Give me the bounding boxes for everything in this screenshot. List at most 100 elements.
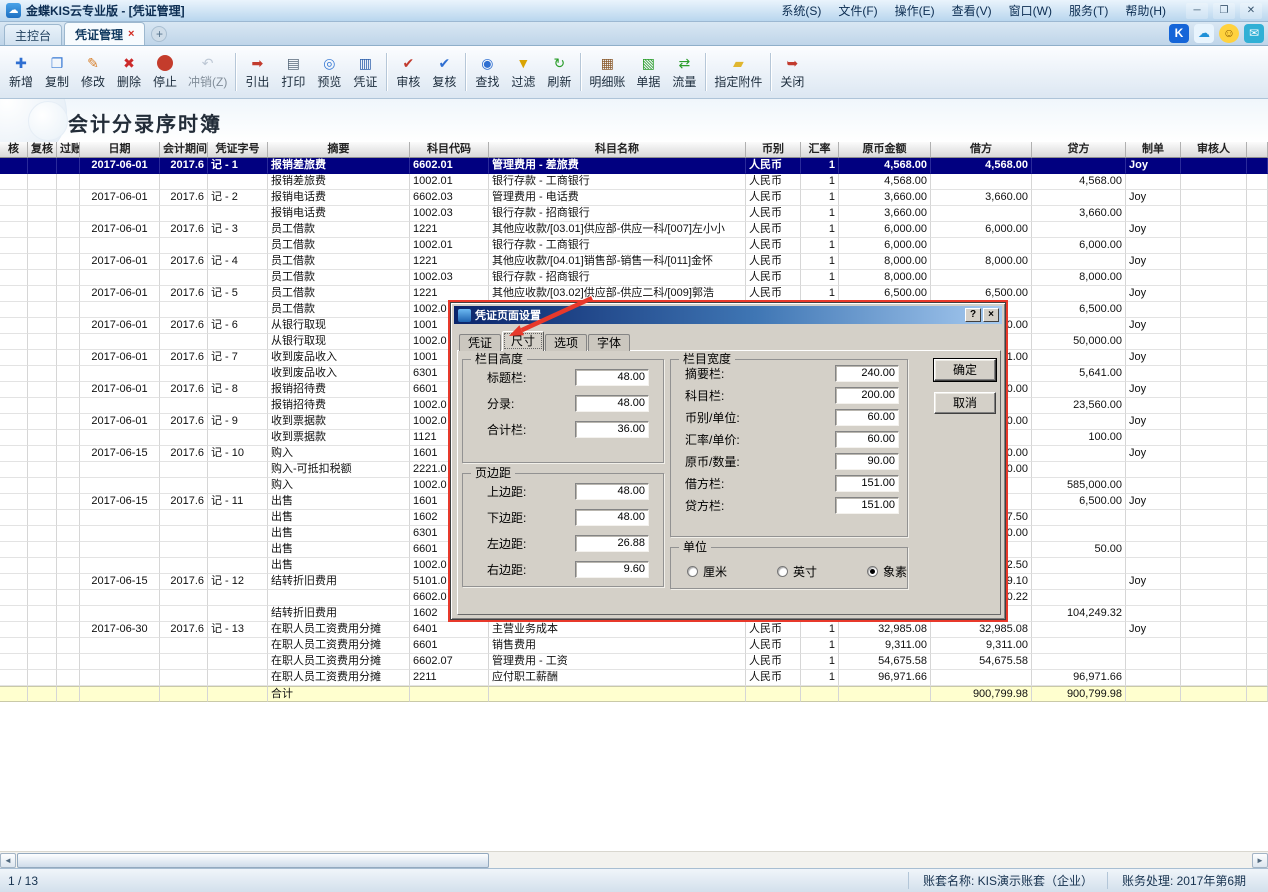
table-row[interactable]: 2017-06-012017.6记 - 3员工借款1221其他应收款/[03.0… xyxy=(0,222,1268,238)
tab-close-icon[interactable]: × xyxy=(128,29,134,40)
column-header[interactable]: 凭证字号 xyxy=(208,142,268,158)
column-header[interactable]: 币别 xyxy=(746,142,801,158)
table-row[interactable]: 报销电话费1002.03银行存款 - 招商银行人民币13,660.003,660… xyxy=(0,206,1268,222)
toolbar-button-delete[interactable]: ✖删除 xyxy=(111,48,147,96)
table-row[interactable]: 2017-06-012017.6记 - 4员工借款1221其他应收款/[04.0… xyxy=(0,254,1268,270)
table-row[interactable]: 2017-06-012017.6记 - 2报销电话费6602.03管理费用 - … xyxy=(0,190,1268,206)
account-col-width-input[interactable]: 200.00 xyxy=(835,387,899,404)
smiley-feedback-icon[interactable]: ☺ xyxy=(1219,24,1239,43)
preview-icon: ◎ xyxy=(321,55,337,71)
toolbar-button-audit[interactable]: ✔审核 xyxy=(390,48,426,96)
summary-col-width-input[interactable]: 240.00 xyxy=(835,365,899,382)
cloud-sync-icon[interactable]: ☁ xyxy=(1194,24,1214,43)
dialog-title-bar[interactable]: 凭证页面设置 ? × xyxy=(454,306,1002,324)
menu-item[interactable]: 窗口(W) xyxy=(1009,2,1052,19)
margin-top-input[interactable]: 48.00 xyxy=(575,483,649,500)
menu-item[interactable]: 文件(F) xyxy=(838,2,877,19)
column-header[interactable]: 科目代码 xyxy=(410,142,489,158)
menu-item[interactable]: 查看(V) xyxy=(952,2,992,19)
title-row-height-input[interactable]: 48.00 xyxy=(575,369,649,386)
toolbar-button-cashflow[interactable]: ⇄流量 xyxy=(666,48,702,96)
toolbar-button-review[interactable]: ✔复核 xyxy=(426,48,462,96)
radio-option-象素[interactable]: 象素 xyxy=(867,563,907,580)
close-button[interactable]: ✕ xyxy=(1240,3,1262,19)
debit-col-width-input[interactable]: 151.00 xyxy=(835,475,899,492)
toolbar-button-close[interactable]: ➥关闭 xyxy=(774,48,810,96)
currency-col-width-input[interactable]: 60.00 xyxy=(835,409,899,426)
dialog-close-button[interactable]: × xyxy=(983,308,999,322)
dialog-tab-options[interactable]: 选项 xyxy=(545,334,587,351)
horizontal-scrollbar[interactable]: ◄ ► xyxy=(0,851,1268,868)
column-header[interactable]: 核 xyxy=(0,142,28,158)
maximize-button[interactable]: ❐ xyxy=(1213,3,1235,19)
toolbar-button-document[interactable]: ▧单据 xyxy=(630,48,666,96)
table-row[interactable]: 在职人员工资费用分摊6602.07管理费用 - 工资人民币154,675.585… xyxy=(0,654,1268,670)
dialog-help-button[interactable]: ? xyxy=(965,308,981,322)
toolbar-button-new[interactable]: ✚新增 xyxy=(3,48,39,96)
amount-col-width-input[interactable]: 90.00 xyxy=(835,453,899,470)
column-header[interactable]: 过账 xyxy=(57,142,80,158)
scrollbar-thumb[interactable] xyxy=(17,853,489,868)
tabbar-icons: K ☁ ☺ ✉ xyxy=(1169,24,1264,43)
toolbar-button-preview[interactable]: ◎预览 xyxy=(311,48,347,96)
column-header[interactable]: 制单 xyxy=(1126,142,1181,158)
column-header[interactable]: 会计期间 xyxy=(160,142,208,158)
column-header[interactable]: 借方 xyxy=(931,142,1032,158)
toolbar-button-voucher[interactable]: ▥凭证 xyxy=(347,48,383,96)
toolbar-button-attachment[interactable]: ▰指定附件 xyxy=(709,48,767,96)
rate-col-width-input[interactable]: 60.00 xyxy=(835,431,899,448)
toolbar-button-copy[interactable]: ❐复制 xyxy=(39,48,75,96)
column-header[interactable]: 摘要 xyxy=(268,142,410,158)
table-row[interactable]: 在职人员工资费用分摊6601销售费用人民币19,311.009,311.00 xyxy=(0,638,1268,654)
table-row[interactable]: 在职人员工资费用分摊2211应付职工薪酬人民币196,971.6696,971.… xyxy=(0,670,1268,686)
dialog-tab-font[interactable]: 字体 xyxy=(588,334,630,351)
kingdee-logo-icon[interactable]: K xyxy=(1169,24,1189,43)
toolbar-button-edit[interactable]: ✎修改 xyxy=(75,48,111,96)
scroll-left-button[interactable]: ◄ xyxy=(0,853,16,868)
new-tab-button[interactable]: + xyxy=(151,26,167,42)
table-row[interactable]: 员工借款1002.01银行存款 - 工商银行人民币16,000.006,000.… xyxy=(0,238,1268,254)
tab-voucher-management[interactable]: 凭证管理 × xyxy=(64,22,145,45)
margin-right-input[interactable]: 9.60 xyxy=(575,561,649,578)
margin-left-input[interactable]: 26.88 xyxy=(575,535,649,552)
total-row-height-input[interactable]: 36.00 xyxy=(575,421,649,438)
radio-option-厘米[interactable]: 厘米 xyxy=(687,563,727,580)
toolbar-button-detail-ledger[interactable]: ▦明细账 xyxy=(584,48,630,96)
toolbar-button-print[interactable]: ▤打印 xyxy=(275,48,311,96)
ok-button[interactable]: 确定 xyxy=(934,359,996,381)
table-row[interactable]: 报销差旅费1002.01银行存款 - 工商银行人民币14,568.004,568… xyxy=(0,174,1268,190)
column-header[interactable]: 日期 xyxy=(80,142,160,158)
table-row[interactable]: 2017-06-302017.6记 - 13在职人员工资费用分摊6401主营业务… xyxy=(0,622,1268,638)
column-header[interactable] xyxy=(1247,142,1268,158)
tab-main-console[interactable]: 主控台 xyxy=(4,24,62,45)
column-header[interactable]: 汇率 xyxy=(801,142,839,158)
margin-bottom-input[interactable]: 48.00 xyxy=(575,509,649,526)
credit-col-width-input[interactable]: 151.00 xyxy=(835,497,899,514)
table-row[interactable]: 员工借款1002.03银行存款 - 招商银行人民币18,000.008,000.… xyxy=(0,270,1268,286)
menu-item[interactable]: 系统(S) xyxy=(781,2,821,19)
column-header[interactable]: 审核人 xyxy=(1181,142,1247,158)
column-header[interactable]: 科目名称 xyxy=(489,142,746,158)
toolbar-button-filter[interactable]: ▼过滤 xyxy=(505,48,541,96)
toolbar-button-reverse[interactable]: ↶冲销(Z) xyxy=(183,48,232,96)
message-icon[interactable]: ✉ xyxy=(1244,24,1264,43)
toolbar-button-refresh[interactable]: ↻刷新 xyxy=(541,48,577,96)
entry-row-height-input[interactable]: 48.00 xyxy=(575,395,649,412)
radio-option-英寸[interactable]: 英寸 xyxy=(777,563,817,580)
column-header[interactable]: 原币金额 xyxy=(839,142,931,158)
table-row-selected[interactable]: 2017-06-012017.6记 - 1报销差旅费6602.01管理费用 - … xyxy=(0,158,1268,174)
toolbar-button-export[interactable]: ➡引出 xyxy=(239,48,275,96)
dialog-tab-size[interactable]: 尺寸 xyxy=(502,331,544,351)
column-header[interactable]: 复核 xyxy=(28,142,57,158)
toolbar-button-find[interactable]: ◉查找 xyxy=(469,48,505,96)
scroll-right-button[interactable]: ► xyxy=(1252,853,1268,868)
cancel-button[interactable]: 取消 xyxy=(934,392,996,414)
menu-item[interactable]: 帮助(H) xyxy=(1125,2,1166,19)
dialog-tab-voucher[interactable]: 凭证 xyxy=(459,334,501,351)
table-row[interactable]: 2017-06-012017.6记 - 5员工借款1221其他应收款/[03.0… xyxy=(0,286,1268,302)
column-header[interactable]: 贷方 xyxy=(1032,142,1126,158)
minimize-button[interactable]: ─ xyxy=(1186,3,1208,19)
menu-item[interactable]: 操作(E) xyxy=(895,2,935,19)
toolbar-button-stop[interactable]: 停止 xyxy=(147,48,183,96)
menu-item[interactable]: 服务(T) xyxy=(1069,2,1108,19)
